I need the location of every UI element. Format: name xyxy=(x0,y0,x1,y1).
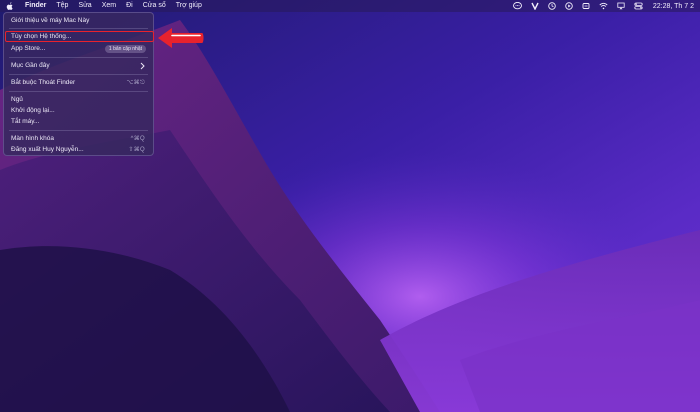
focus-icon[interactable] xyxy=(582,2,590,10)
menu-bar: Finder Tệp Sửa Xem Đi Cửa sổ Trợ giúp 22… xyxy=(0,0,700,12)
shortcut-label: ^⌘Q xyxy=(130,136,145,142)
shortcut-label: ⌥⌘⎋ xyxy=(126,80,145,86)
menu-separator xyxy=(9,130,148,131)
menu-item-label: Mục Gần đây xyxy=(11,62,50,69)
shortcut-label: ⇧⌘Q xyxy=(128,147,145,153)
messages-icon[interactable] xyxy=(512,2,522,10)
menu-item-recent-items[interactable]: Mục Gần đây xyxy=(11,61,147,71)
menu-item-logout[interactable]: Đăng xuất Huy Nguyễn... ⇧⌘Q xyxy=(11,145,147,155)
menu-item-label: Ngủ xyxy=(11,96,23,103)
play-icon[interactable] xyxy=(565,2,573,10)
apple-logo-icon[interactable] xyxy=(6,1,15,11)
menubar-finder[interactable]: Finder xyxy=(25,0,46,12)
menu-item-force-quit[interactable]: Bắt buộc Thoát Finder ⌥⌘⎋ xyxy=(11,78,147,88)
menu-item-shutdown[interactable]: Tắt máy... xyxy=(11,117,147,127)
menubar-window[interactable]: Cửa sổ xyxy=(143,0,166,12)
menu-separator xyxy=(9,91,148,92)
control-center-icon[interactable] xyxy=(634,2,643,10)
wifi-icon[interactable] xyxy=(599,2,608,10)
airplay-icon[interactable] xyxy=(617,2,625,10)
menu-item-label: Khởi động lại... xyxy=(11,107,55,114)
menu-separator xyxy=(9,74,148,75)
menu-item-sleep[interactable]: Ngủ xyxy=(11,95,147,105)
menu-item-label: Giới thiệu về máy Mac Này xyxy=(11,17,90,24)
timer-icon[interactable] xyxy=(548,2,556,10)
red-arrow-icon xyxy=(156,26,206,55)
menubar-clock[interactable]: 22:28, Th 7 2 xyxy=(653,3,694,10)
menubar-file[interactable]: Tệp xyxy=(56,0,68,12)
menubar-go[interactable]: Đi xyxy=(126,0,133,12)
menu-item-label: Đăng xuất Huy Nguyễn... xyxy=(11,146,84,153)
menu-item-lock-screen[interactable]: Màn hình khóa ^⌘Q xyxy=(11,134,147,144)
update-badge: 1 bản cập nhật xyxy=(104,45,146,53)
chevron-right-icon xyxy=(140,62,145,72)
menubar-edit[interactable]: Sửa xyxy=(78,0,91,12)
menubar-help[interactable]: Trợ giúp xyxy=(176,0,202,12)
menu-item-label: Tắt máy... xyxy=(11,118,40,125)
menu-separator xyxy=(9,57,148,58)
menubar-view[interactable]: Xem xyxy=(102,0,116,12)
v-app-icon[interactable] xyxy=(531,2,539,10)
menu-separator xyxy=(9,28,148,29)
status-area: 22:28, Th 7 2 xyxy=(504,0,694,12)
menu-item-about-this-mac[interactable]: Giới thiệu về máy Mac Này xyxy=(11,16,147,26)
menu-item-label: App Store... xyxy=(11,45,46,52)
menu-item-label: Bắt buộc Thoát Finder xyxy=(11,79,76,86)
apple-menu: Giới thiệu về máy Mac Này Tùy chọn Hệ th… xyxy=(3,12,154,156)
menu-item-label: Màn hình khóa xyxy=(11,135,55,142)
highlight-box xyxy=(5,31,154,42)
menu-item-restart[interactable]: Khởi động lại... xyxy=(11,106,147,116)
